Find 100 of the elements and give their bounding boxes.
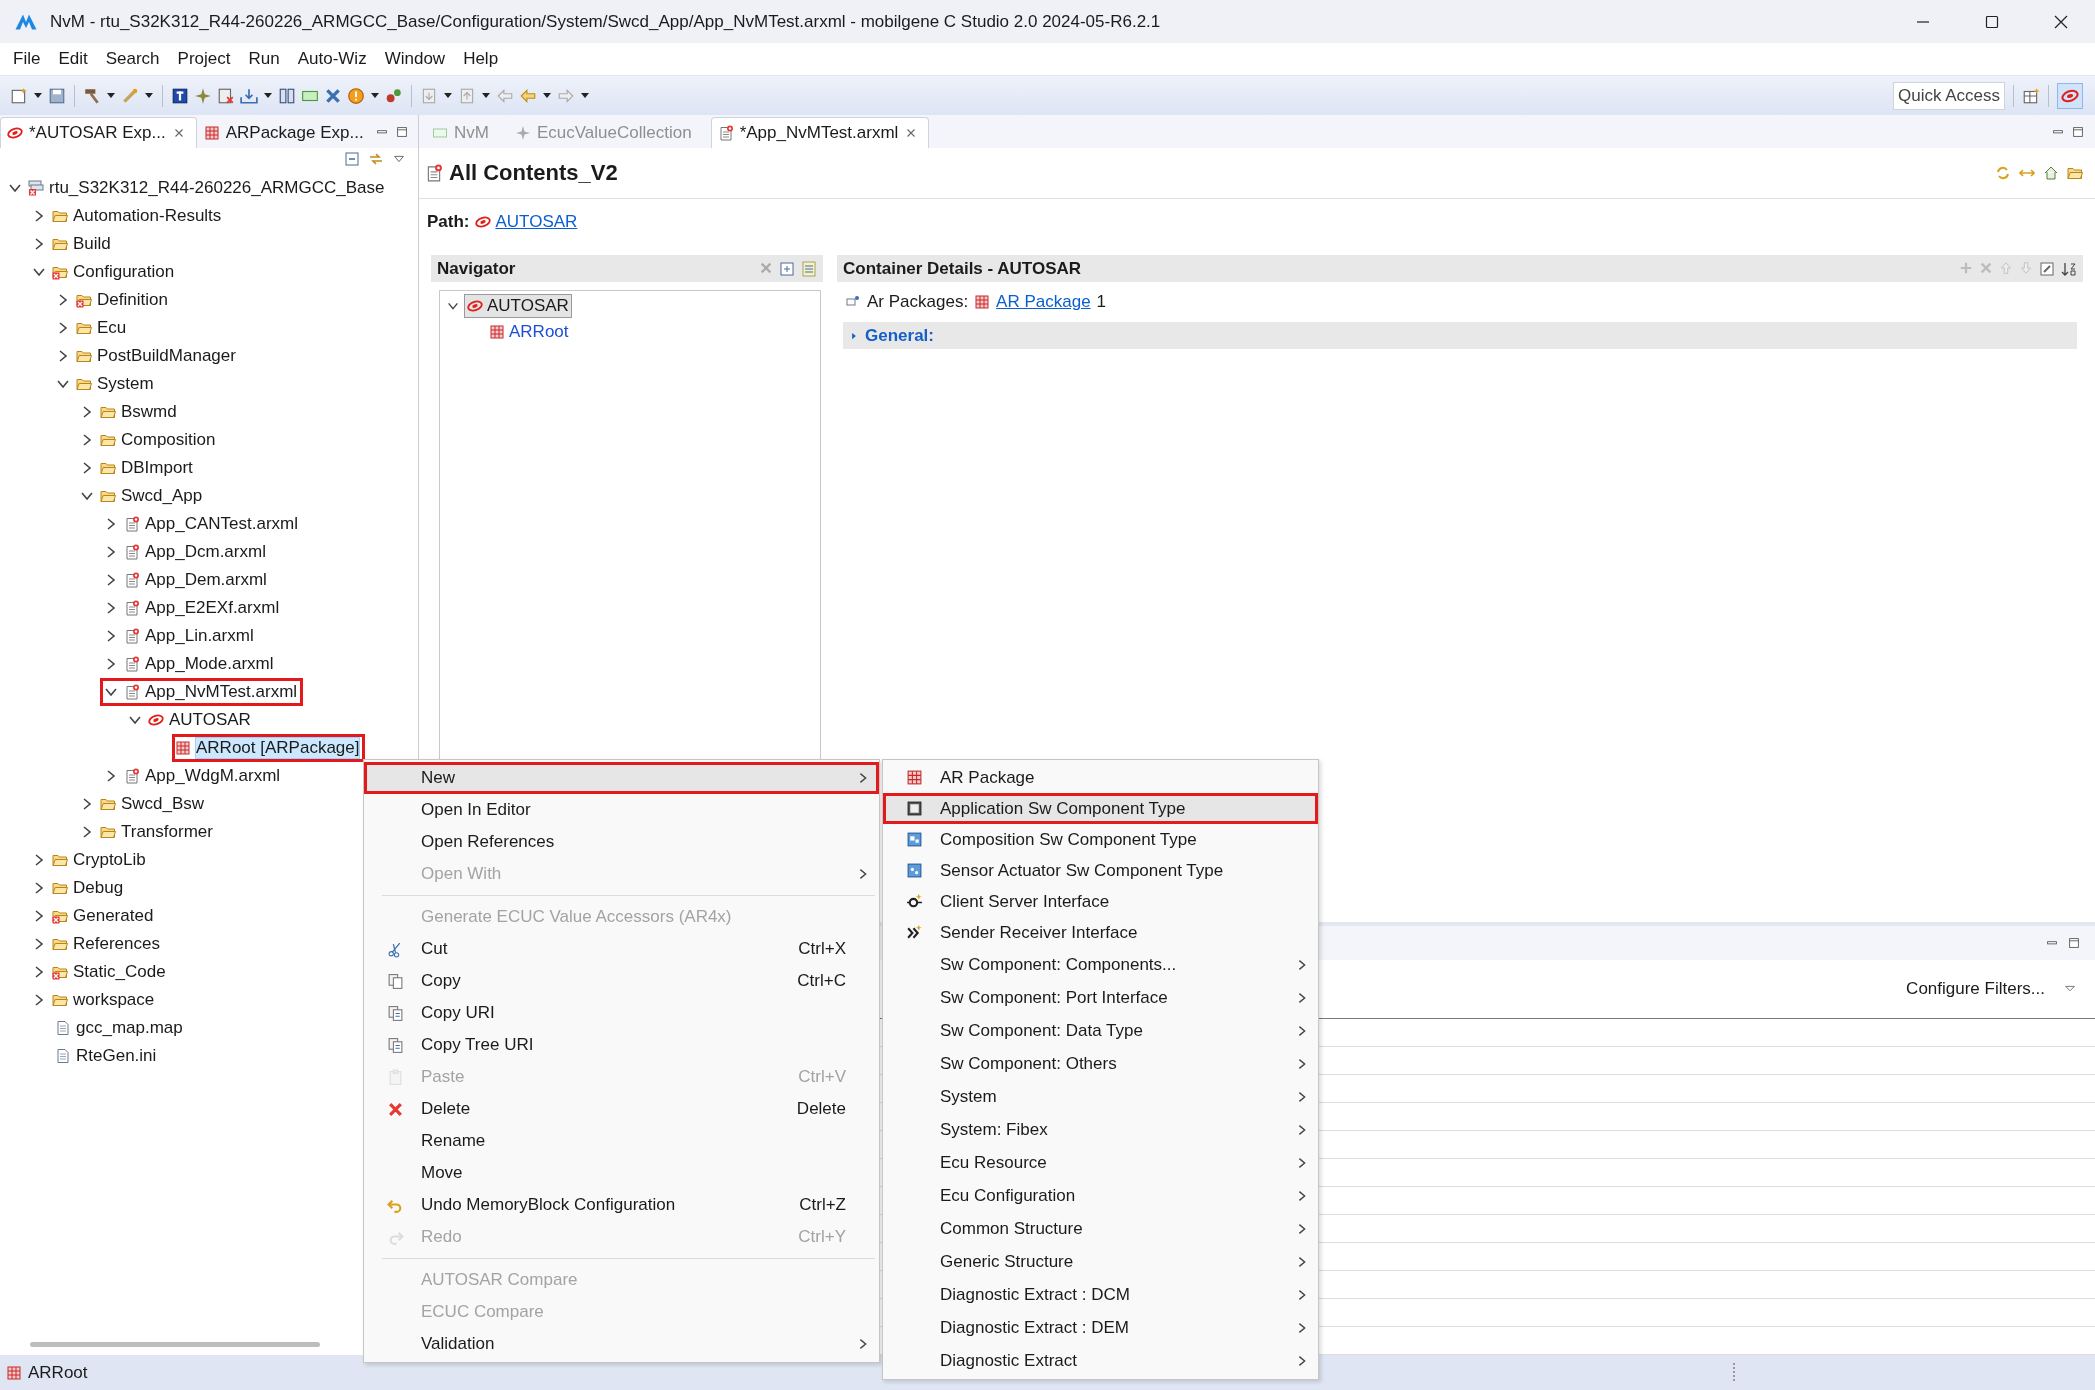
tree-item[interactable]: Automation-Results xyxy=(28,202,228,230)
package-link[interactable]: AR Package xyxy=(996,292,1091,312)
tree-item[interactable]: App_Dem.arxml xyxy=(100,566,273,594)
menu-item[interactable]: Sw Component: Data Type xyxy=(883,1014,1318,1047)
menu-item[interactable]: Rename xyxy=(364,1125,879,1157)
tree-item[interactable]: App_CANTest.arxml xyxy=(100,510,305,538)
expand-icon[interactable] xyxy=(779,260,795,277)
menu-item[interactable]: Move xyxy=(364,1157,879,1189)
perspective-icon[interactable] xyxy=(2022,86,2040,105)
tree-item[interactable]: rtu_S32K312_R44-260226_ARMGCC_Base xyxy=(4,174,391,202)
menu-item[interactable]: Copy Ctrl+C xyxy=(364,965,879,997)
menu-bar-item[interactable]: Project xyxy=(168,49,240,69)
menu-item[interactable]: Copy Tree URI xyxy=(364,1029,879,1061)
menu-item[interactable]: Ecu Configuration xyxy=(883,1179,1318,1212)
tree-item[interactable]: Swcd_App xyxy=(76,482,209,510)
path-link[interactable]: AUTOSAR xyxy=(495,212,578,232)
link-icon[interactable] xyxy=(368,151,384,167)
tree-item[interactable]: Bswmd xyxy=(76,398,183,426)
menu-item[interactable]: Copy URI xyxy=(364,997,879,1029)
menu-item[interactable]: Sensor Actuator Sw Component Type xyxy=(883,855,1318,886)
tree-item[interactable]: References xyxy=(28,930,166,958)
tree-item[interactable]: Debug xyxy=(28,874,130,902)
tree-item[interactable]: Transformer xyxy=(76,818,219,846)
tab[interactable]: ARPackage Exp... xyxy=(196,117,375,148)
warning-icon[interactable] xyxy=(347,86,365,105)
caret-icon[interactable] xyxy=(370,91,380,100)
tree-item[interactable]: ARRoot xyxy=(486,320,572,344)
tree-item[interactable]: Configuration xyxy=(28,258,181,286)
menu-item[interactable]: Undo MemoryBlock Configuration Ctrl+Z xyxy=(364,1189,879,1221)
menu-item[interactable]: Diagnostic Extract xyxy=(883,1344,1318,1377)
tree-item[interactable]: DBImport xyxy=(76,454,199,482)
tree-item[interactable]: App_Mode.arxml xyxy=(100,650,280,678)
gears-icon[interactable] xyxy=(385,86,403,105)
menu-item[interactable]: System: Fibex xyxy=(883,1113,1318,1146)
tab[interactable]: *App_NvMTest.arxml xyxy=(710,117,930,148)
menu-item[interactable]: Validation xyxy=(364,1328,879,1360)
folder-icon[interactable] xyxy=(2067,165,2083,181)
sort-icon[interactable] xyxy=(2061,260,2077,277)
caret-icon[interactable] xyxy=(263,91,273,100)
tree-item[interactable]: Ecu xyxy=(52,314,133,342)
new-file-icon[interactable] xyxy=(10,86,28,105)
collapse-icon[interactable] xyxy=(344,151,360,167)
section-header[interactable]: General: xyxy=(843,322,2077,349)
menu-item[interactable]: Cut Ctrl+X xyxy=(364,933,879,965)
menu-item[interactable]: New xyxy=(364,762,879,794)
tree-item[interactable]: App_Dcm.arxml xyxy=(100,538,272,566)
home-icon[interactable] xyxy=(2043,165,2059,181)
menu-bar-item[interactable]: Window xyxy=(375,49,455,69)
menu-item[interactable]: Ecu Resource xyxy=(883,1146,1318,1179)
menu-bar-item[interactable]: Run xyxy=(239,49,289,69)
menu-bar-item[interactable]: Help xyxy=(454,49,508,69)
menu-bar-item[interactable]: File xyxy=(4,49,50,69)
tree-item[interactable]: Static_Code xyxy=(28,958,172,986)
menu-item[interactable]: Sw Component: Port Interface xyxy=(883,981,1318,1014)
menu-item[interactable]: AR Package xyxy=(883,762,1318,793)
tree-item[interactable]: Build xyxy=(28,230,117,258)
cross-icon[interactable] xyxy=(324,86,342,105)
edit-icon[interactable] xyxy=(2039,260,2055,277)
tree-item[interactable]: CryptoLib xyxy=(28,846,152,874)
tab[interactable]: *AUTOSAR Exp... xyxy=(0,117,197,148)
menu-item[interactable]: System xyxy=(883,1080,1318,1113)
menu-item[interactable]: Diagnostic Extract : DCM xyxy=(883,1278,1318,1311)
search-field[interactable]: Quick Access xyxy=(1893,81,2005,110)
hammer-icon[interactable] xyxy=(83,86,101,105)
caret-icon[interactable] xyxy=(542,91,552,100)
menu-item[interactable]: Composition Sw Component Type xyxy=(883,824,1318,855)
menu-item[interactable]: Sender Receiver Interface xyxy=(883,917,1318,948)
perspective-button[interactable] xyxy=(2057,82,2083,109)
caret-icon[interactable] xyxy=(106,91,116,100)
scrollbar-thumb[interactable] xyxy=(30,1341,320,1347)
menu-item[interactable]: Delete Delete xyxy=(364,1093,879,1125)
tree-item[interactable]: App_Lin.arxml xyxy=(100,622,260,650)
tree-item[interactable]: workspace xyxy=(28,986,161,1014)
tree-item[interactable]: System xyxy=(52,370,160,398)
columns-icon[interactable] xyxy=(278,86,296,105)
menu-item[interactable]: Generic Structure xyxy=(883,1245,1318,1278)
caret-icon[interactable] xyxy=(443,91,453,100)
tree-item[interactable]: Definition xyxy=(52,286,174,314)
square-icon[interactable] xyxy=(171,86,189,105)
caret-icon[interactable] xyxy=(144,91,154,100)
tree-item[interactable]: Generated xyxy=(28,902,160,930)
tree-item[interactable]: App_WdgM.arxml xyxy=(100,762,287,790)
tree-item[interactable]: AUTOSAR xyxy=(124,706,257,734)
configure-filters-link[interactable]: Configure Filters... xyxy=(1906,979,2045,999)
menu-item[interactable]: Sw Component: Components... xyxy=(883,948,1318,981)
menu-item[interactable]: Open In Editor xyxy=(364,794,879,826)
tree-item[interactable]: Swcd_Bsw xyxy=(76,790,211,818)
close-icon[interactable] xyxy=(2052,13,2069,30)
tray-icon[interactable] xyxy=(240,86,258,105)
tree-item[interactable]: App_NvMTest.arxml xyxy=(100,678,304,706)
checklist-icon[interactable] xyxy=(217,86,235,105)
tree-item[interactable]: RteGen.ini xyxy=(52,1042,163,1070)
tree-item[interactable]: AUTOSAR xyxy=(464,294,572,318)
menu-item[interactable]: Application Sw Component Type xyxy=(883,793,1318,824)
tree-item[interactable]: gcc_map.map xyxy=(52,1014,189,1042)
menu-bar-item[interactable]: Edit xyxy=(49,49,97,69)
menu-item[interactable]: Diagnostic Extract : DEM xyxy=(883,1311,1318,1344)
caret-icon[interactable] xyxy=(33,91,43,100)
menu-bar-item[interactable]: Search xyxy=(96,49,169,69)
tree-item[interactable]: Composition xyxy=(76,426,222,454)
